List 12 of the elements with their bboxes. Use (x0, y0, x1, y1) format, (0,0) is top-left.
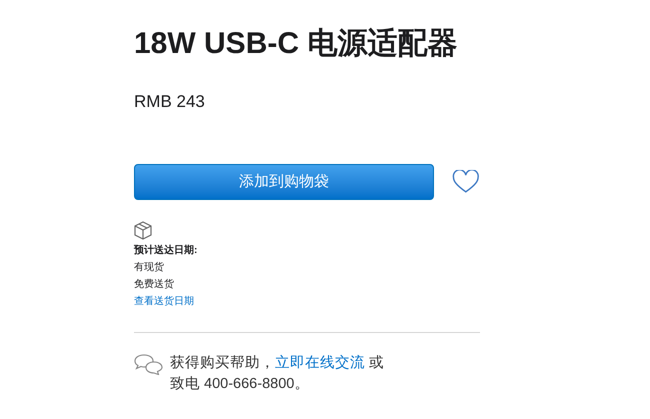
product-price: RMB 243 (134, 91, 205, 113)
delivery-info: 免费送货 (134, 278, 174, 292)
heart-icon[interactable] (452, 170, 480, 194)
chat-icon (134, 353, 164, 375)
help-text: 获得购买帮助，立即在线交流 或致电 400-666-8800。 (170, 354, 386, 394)
product-title: 18W USB-C 电源适配器 (134, 26, 458, 62)
live-chat-link[interactable]: 立即在线交流 (275, 355, 365, 371)
delivery-heading: 预计送达日期: (134, 244, 198, 258)
delivery-dates-link[interactable]: 查看送货日期 (134, 293, 194, 310)
add-to-bag-button[interactable]: 添加到购物袋 (134, 164, 434, 200)
delivery-info: 有现货 (134, 261, 164, 275)
box-icon (134, 221, 152, 240)
